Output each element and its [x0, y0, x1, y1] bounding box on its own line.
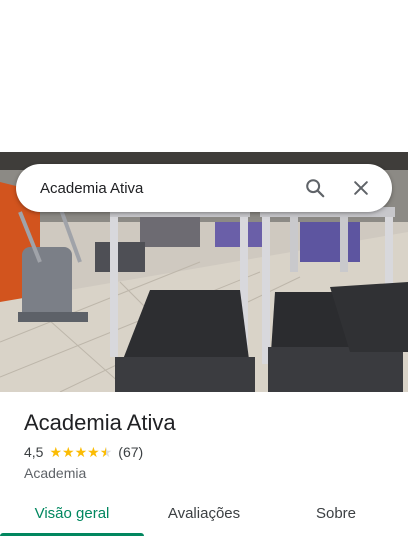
search-query-text[interactable]: Academia Ativa — [40, 180, 298, 197]
tab-overview[interactable]: Visão geral — [0, 500, 144, 544]
close-button[interactable] — [344, 171, 378, 205]
close-icon — [354, 181, 368, 195]
rating-row[interactable]: 4,5 ★ ★ ★ ★ ★ (67) — [24, 444, 143, 460]
tab-about[interactable]: Sobre — [264, 500, 408, 544]
rating-value: 4,5 — [24, 444, 44, 460]
place-title: Academia Ativa — [24, 410, 176, 435]
star-icon: ★ — [74, 444, 88, 460]
tab-reviews[interactable]: Avaliações — [144, 500, 264, 544]
star-icon: ★ — [87, 444, 100, 460]
place-tabs: Visão geral Avaliações Sobre — [0, 500, 408, 544]
tab-label: Visão geral — [34, 505, 110, 522]
place-info-panel: Academia Ativa 4,5 ★ ★ ★ ★ ★ (67) Academ… — [0, 392, 408, 544]
place-category[interactable]: Academia — [24, 465, 86, 481]
search-button[interactable] — [298, 171, 332, 205]
search-icon — [306, 179, 325, 198]
star-icon: ★ — [62, 444, 75, 460]
star-half-icon: ★ — [99, 444, 113, 460]
review-count: (67) — [118, 444, 144, 460]
map-area-blank — [0, 0, 408, 152]
search-bar[interactable]: Academia Ativa — [16, 164, 392, 212]
active-tab-indicator — [0, 533, 144, 536]
star-icon: ★ — [49, 444, 63, 460]
tab-label: Avaliações — [167, 505, 241, 522]
tab-label: Sobre — [315, 505, 357, 522]
rating-stars: ★ ★ ★ ★ ★ — [49, 445, 112, 459]
